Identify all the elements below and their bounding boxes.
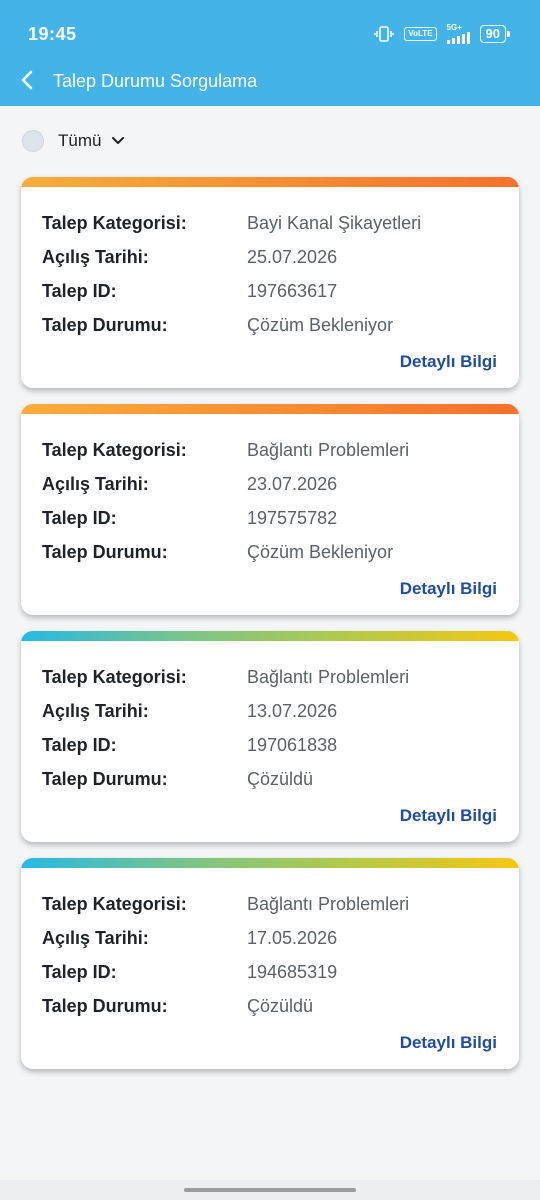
id-value: 197061838 xyxy=(247,735,338,755)
network-type-label: 5G+ xyxy=(446,23,462,32)
category-value: Bayi Kanal Şikayetleri xyxy=(247,213,422,233)
status-icons: VoLTE 5G+ 90 xyxy=(374,23,511,44)
status-label: Talep Durumu: xyxy=(42,315,168,335)
id-label: Talep ID: xyxy=(42,281,117,301)
detail-link[interactable]: Detaylı Bilgi xyxy=(400,806,497,826)
app-bar: Talep Durumu Sorgulama xyxy=(0,58,540,106)
card-accent-bar xyxy=(21,631,519,641)
request-card: Talep Kategorisi: Bağlantı Problemleri A… xyxy=(21,858,519,1069)
opened-label: Açılış Tarihi: xyxy=(42,474,149,494)
back-arrow-icon[interactable] xyxy=(14,66,42,94)
status-label: Talep Durumu: xyxy=(42,996,168,1016)
card-accent-bar xyxy=(21,404,519,414)
status-value: Çözüldü xyxy=(247,769,314,789)
detail-link[interactable]: Detaylı Bilgi xyxy=(400,352,497,372)
opened-label: Açılış Tarihi: xyxy=(42,928,149,948)
id-label: Talep ID: xyxy=(42,508,117,528)
category-value: Bağlantı Problemleri xyxy=(247,667,410,687)
status-value: Çözüldü xyxy=(247,996,314,1016)
request-card: Talep Kategorisi: Bayi Kanal Şikayetleri… xyxy=(21,177,519,388)
detail-link[interactable]: Detaylı Bilgi xyxy=(400,579,497,599)
category-value: Bağlantı Problemleri xyxy=(247,894,410,914)
status-label: Talep Durumu: xyxy=(42,769,168,789)
request-card: Talep Kategorisi: Bağlantı Problemleri A… xyxy=(21,631,519,842)
card-accent-bar xyxy=(21,177,519,187)
id-value: 197663617 xyxy=(247,281,338,301)
card-accent-bar xyxy=(21,858,519,868)
vibrate-icon xyxy=(374,24,395,44)
signal-icon: 5G+ xyxy=(446,23,470,44)
id-label: Talep ID: xyxy=(42,735,117,755)
status-value: Çözüm Bekleniyor xyxy=(247,542,394,562)
filter-label: Tümü xyxy=(58,131,102,150)
filter-radio[interactable] xyxy=(22,130,44,152)
id-value: 194685319 xyxy=(247,962,338,982)
opened-value: 25.07.2026 xyxy=(247,247,338,267)
opened-label: Açılış Tarihi: xyxy=(42,247,149,267)
opened-value: 13.07.2026 xyxy=(247,701,338,721)
category-label: Talep Kategorisi: xyxy=(42,667,187,687)
request-card: Talep Kategorisi: Bağlantı Problemleri A… xyxy=(21,404,519,615)
home-gesture-handle[interactable] xyxy=(184,1188,356,1192)
category-label: Talep Kategorisi: xyxy=(42,894,187,914)
chevron-down-icon xyxy=(111,134,125,148)
opened-value: 23.07.2026 xyxy=(247,474,338,494)
battery-icon: 90 xyxy=(479,25,511,43)
category-label: Talep Kategorisi: xyxy=(42,213,187,233)
status-time: 19:45 xyxy=(28,24,77,44)
system-nav-bar xyxy=(0,1180,540,1200)
id-label: Talep ID: xyxy=(42,962,117,982)
category-value: Bağlantı Problemleri xyxy=(247,440,410,460)
opened-value: 17.05.2026 xyxy=(247,928,338,948)
status-label: Talep Durumu: xyxy=(42,542,168,562)
opened-label: Açılış Tarihi: xyxy=(42,701,149,721)
detail-link[interactable]: Detaylı Bilgi xyxy=(400,1033,497,1053)
status-bar: 19:45 VoLTE 5G+ 90 xyxy=(0,0,540,58)
filter-dropdown[interactable]: Tümü xyxy=(22,130,125,152)
page-title: Talep Durumu Sorgulama xyxy=(53,71,258,91)
status-value: Çözüm Bekleniyor xyxy=(247,315,394,335)
id-value: 197575782 xyxy=(247,508,338,528)
volte-badge: VoLTE xyxy=(404,27,437,41)
category-label: Talep Kategorisi: xyxy=(42,440,187,460)
